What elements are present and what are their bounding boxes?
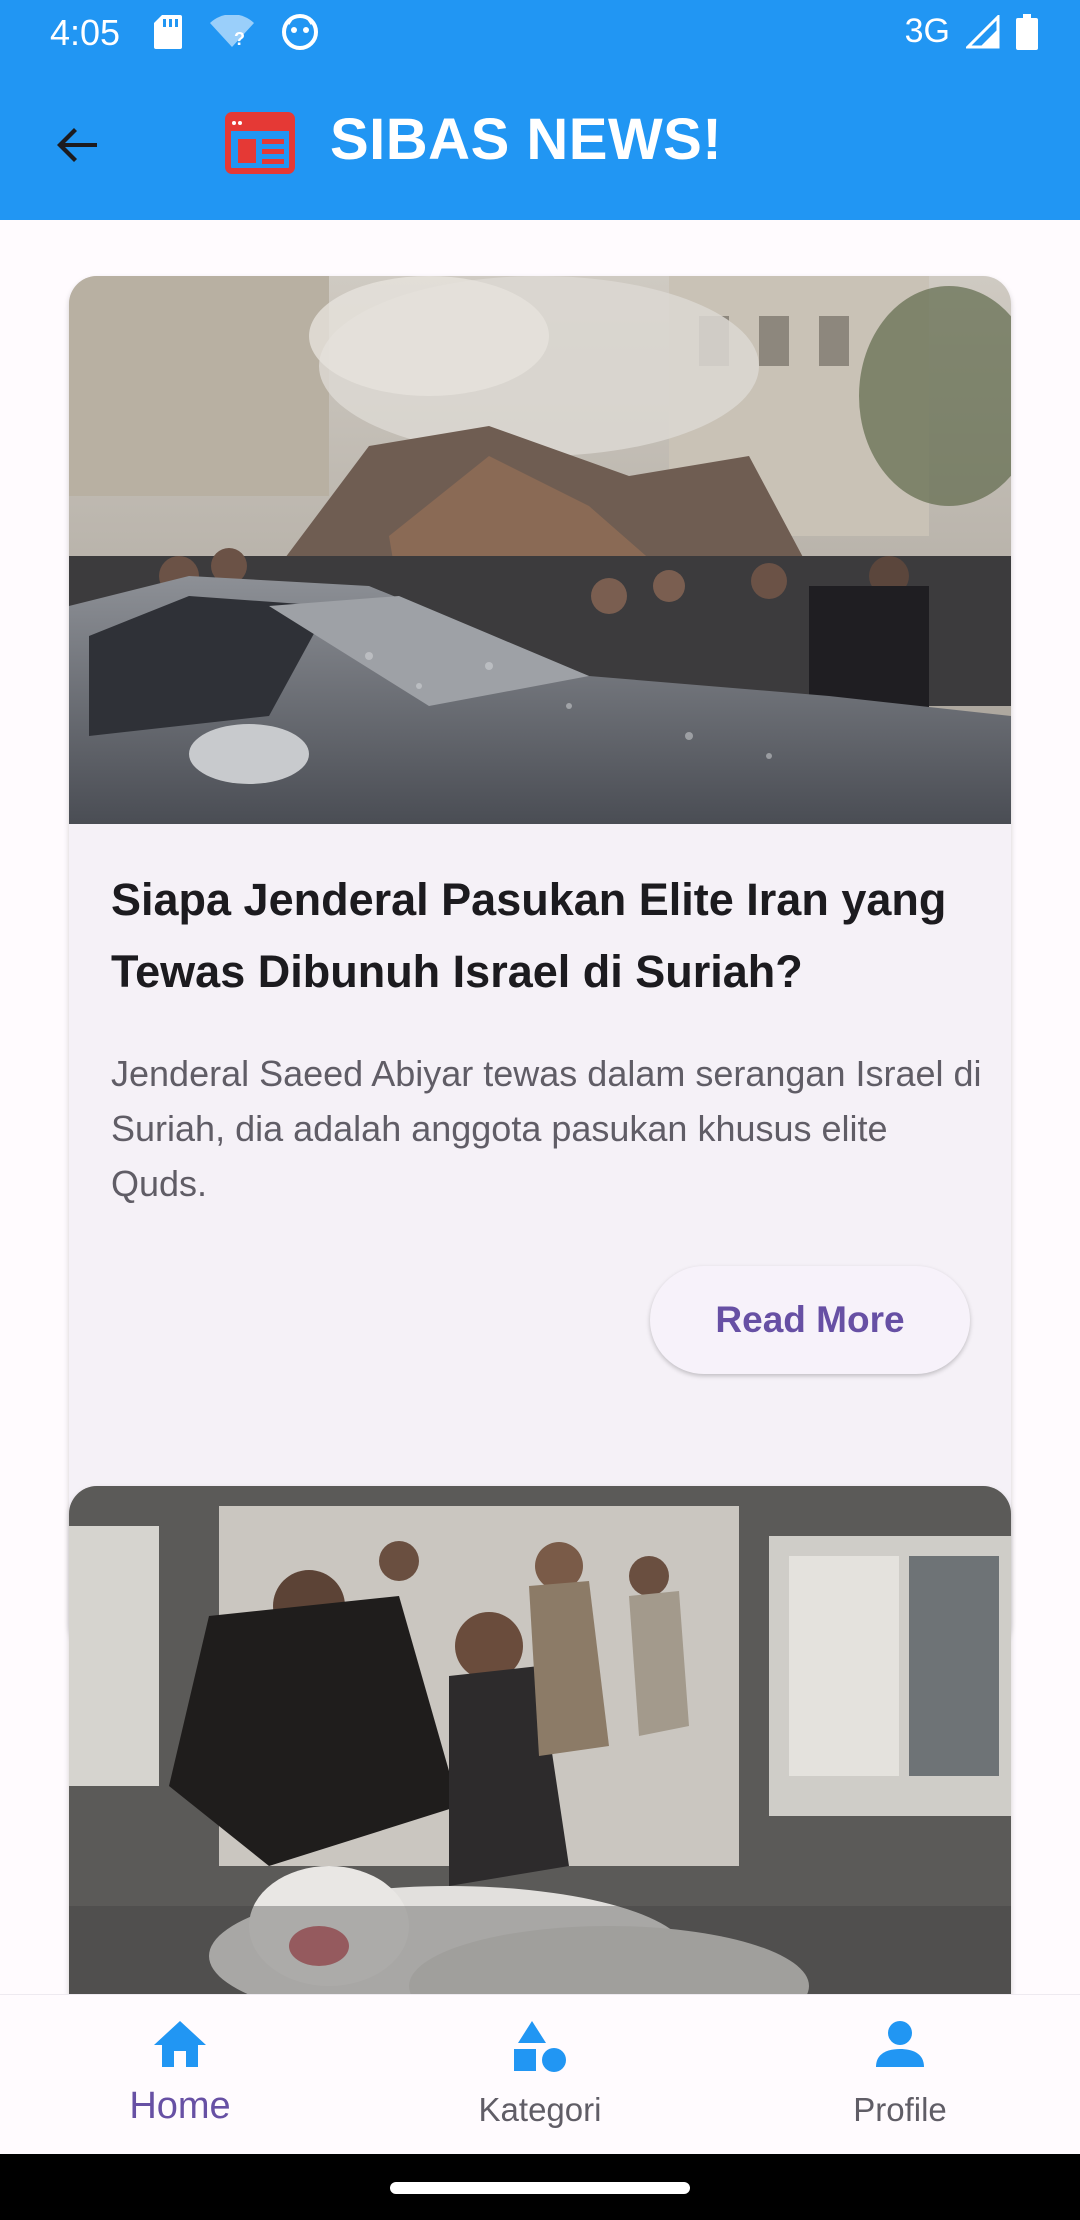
svg-text:?: ?	[234, 29, 245, 49]
home-gesture-handle[interactable]	[390, 2182, 690, 2194]
nav-label-kategori: Kategori	[478, 2091, 602, 2128]
read-more-button[interactable]: Read More	[650, 1266, 970, 1374]
news-card[interactable]	[69, 1486, 1011, 1994]
notification-face-icon	[282, 14, 318, 50]
news-description: Jenderal Saeed Abiyar tewas dalam serang…	[111, 1053, 982, 1204]
arrow-back-icon	[57, 128, 97, 162]
battery-icon	[1016, 13, 1038, 50]
network-type: 3G	[904, 12, 950, 50]
nav-item-home[interactable]: Home	[0, 1995, 360, 2155]
system-gesture-bar	[0, 2154, 1080, 2220]
sd-card-icon	[154, 15, 182, 49]
app-title: SIBAS NEWS!	[330, 107, 723, 172]
nav-label-home: Home	[129, 2085, 231, 2127]
signal-icon	[966, 14, 1000, 48]
app-bar: SIBAS NEWS!	[0, 66, 1080, 220]
nav-item-kategori[interactable]: Kategori	[360, 1995, 720, 2155]
bottom-navigation: Home Kategori Profile	[0, 1994, 1080, 2155]
back-button[interactable]	[40, 108, 114, 182]
news-title: Siapa Jenderal Pasukan Elite Iran yang T…	[111, 874, 947, 997]
news-image	[69, 1486, 1011, 1994]
newspaper-logo-icon	[225, 112, 295, 174]
wifi-unknown-icon: ?	[210, 15, 254, 49]
category-shapes-icon	[514, 2021, 566, 2072]
person-icon	[876, 2021, 924, 2067]
home-icon	[154, 2021, 206, 2067]
status-time: 4:05	[50, 12, 121, 53]
news-card[interactable]: Siapa Jenderal Pasukan Elite Iran yang T…	[69, 276, 1011, 1649]
nav-item-profile[interactable]: Profile	[720, 1995, 1080, 2155]
news-image	[69, 276, 1011, 824]
news-list[interactable]: Siapa Jenderal Pasukan Elite Iran yang T…	[0, 220, 1080, 1994]
nav-label-profile: Profile	[853, 2091, 947, 2128]
status-bar: 4:05 ? 3G	[0, 0, 1080, 66]
